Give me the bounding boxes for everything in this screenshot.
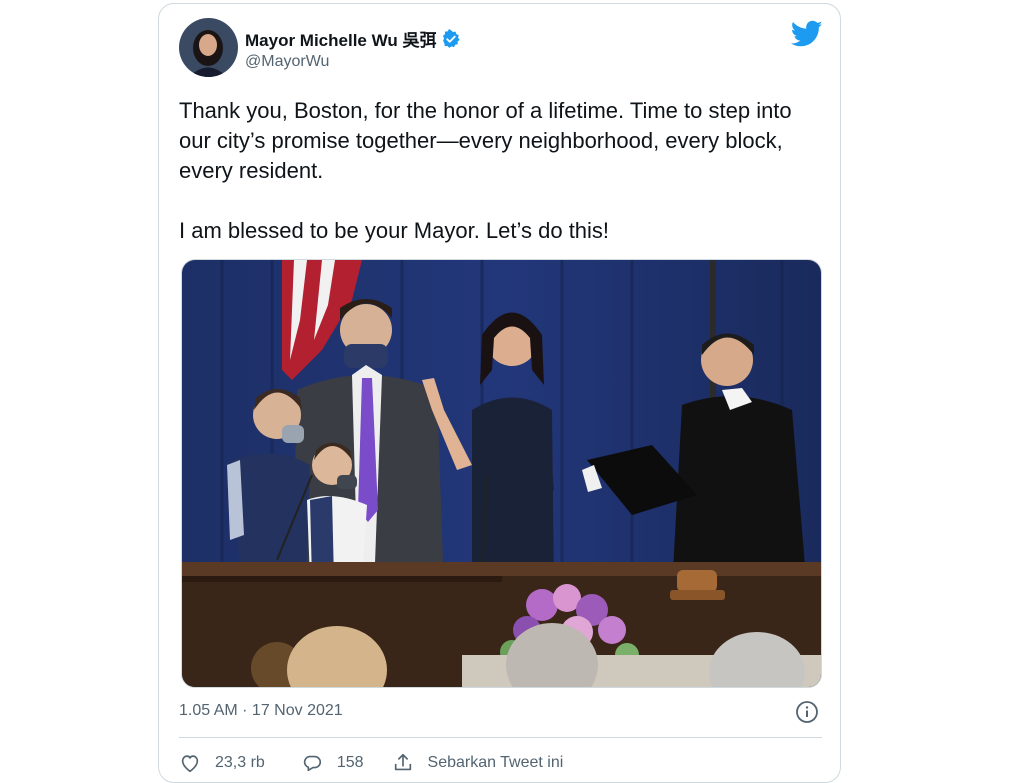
reply-button[interactable]: 158: [301, 752, 364, 774]
tweet-text: Thank you, Boston, for the honor of a li…: [179, 96, 819, 246]
swearing-in-photo: [182, 260, 821, 687]
like-button[interactable]: 23,3 rb: [179, 752, 265, 774]
avatar-photo: [179, 18, 238, 77]
info-icon[interactable]: [795, 700, 819, 724]
tweet-paragraph-1: Thank you, Boston, for the honor of a li…: [179, 98, 792, 183]
tweet-photo[interactable]: [181, 259, 822, 688]
author-handle[interactable]: @MayorWu: [245, 53, 329, 71]
share-button[interactable]: Sebarkan Tweet ini: [392, 752, 564, 774]
twitter-bird-icon[interactable]: [791, 20, 823, 48]
tweet-actions: 23,3 rb 158 Sebarkan Tweet ini: [179, 752, 563, 774]
tweet-timestamp[interactable]: 1.05 AM · 17 Nov 2021: [179, 702, 343, 720]
author-name[interactable]: Mayor Michelle Wu 吳弭: [245, 26, 436, 51]
share-upload-icon: [394, 753, 411, 771]
author-avatar[interactable]: [179, 18, 238, 77]
reply-bubble-icon: [303, 755, 321, 772]
tweet-card[interactable]: Mayor Michelle Wu 吳弭 @MayorWu Thank you,…: [158, 3, 841, 783]
share-label: Sebarkan Tweet ini: [427, 754, 564, 771]
like-count: 23,3 rb: [215, 754, 265, 771]
tweet-paragraph-2: I am blessed to be your Mayor. Let’s do …: [179, 218, 610, 243]
reply-count: 158: [336, 754, 364, 771]
heart-icon: [181, 755, 199, 773]
verified-badge-icon: [443, 28, 461, 48]
divider: [179, 737, 822, 738]
